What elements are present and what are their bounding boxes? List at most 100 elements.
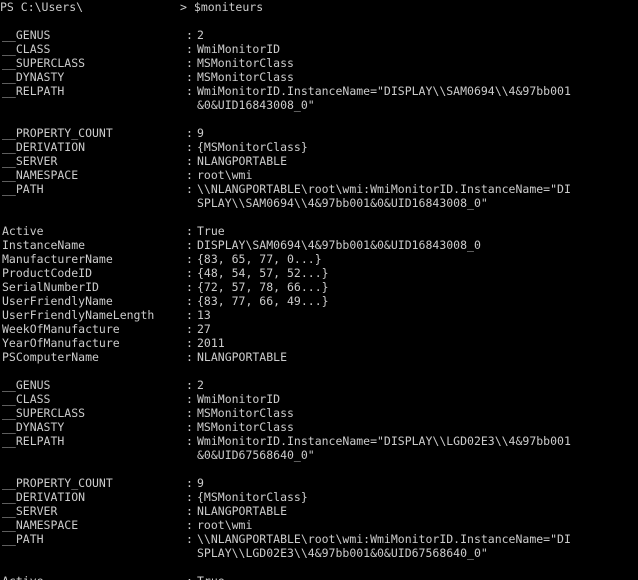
property-row: __SERVER: NLANGPORTABLE <box>0 504 638 518</box>
property-key: __PROPERTY_COUNT <box>2 126 113 140</box>
property-value: {83, 77, 66, 49...} <box>197 294 329 308</box>
property-key: __DYNASTY <box>2 70 65 84</box>
property-key: __DERIVATION <box>2 490 86 504</box>
property-key: __SUPERCLASS <box>2 406 86 420</box>
property-separator: : <box>186 294 193 308</box>
property-separator: : <box>186 182 193 196</box>
property-row: SerialNumberID: {72, 57, 78, 66...} <box>0 280 638 294</box>
prompt-separator: > <box>180 0 187 14</box>
property-row: __NAMESPACE: root\wmi <box>0 518 638 532</box>
prompt-path: PS C:\Users\ <box>0 0 84 14</box>
property-value: {48, 54, 57, 52...} <box>197 266 329 280</box>
property-row: __GENUS:2 <box>0 378 638 392</box>
monitor-object-1: __GENUS:2 __CLASS: WmiMonitorID __SUPERCLAS… <box>0 28 638 364</box>
property-key: __SERVER <box>2 154 58 168</box>
property-key: __GENUS <box>2 28 51 42</box>
property-value: {83, 65, 77, 0...} <box>197 252 322 266</box>
prompt-line: PS C:\Users\ > $moniteurs <box>0 0 638 14</box>
property-key: __DYNASTY <box>2 420 65 434</box>
property-separator: : <box>186 168 193 182</box>
property-key: Active <box>2 574 44 580</box>
property-separator: : <box>186 350 193 364</box>
system-properties-part1: __GENUS:2 __CLASS: WmiMonitorID __SUPERCLAS… <box>0 378 638 462</box>
property-key: YearOfManufacture <box>2 336 120 350</box>
property-separator: : <box>186 224 193 238</box>
property-value: MSMonitorClass <box>197 70 294 84</box>
property-value: 9 <box>197 476 204 490</box>
property-value: 13 <box>197 308 211 322</box>
property-separator: : <box>186 280 193 294</box>
property-separator: : <box>186 434 193 448</box>
property-value-continuation: &0&UID16843008_0" <box>0 98 638 112</box>
system-properties-part1: __GENUS:2 __CLASS: WmiMonitorID __SUPERCLAS… <box>0 28 638 112</box>
property-key: ProductCodeID <box>2 266 93 280</box>
property-value: MSMonitorClass <box>197 56 294 70</box>
property-separator: : <box>186 238 193 252</box>
powershell-console[interactable]: PS C:\Users\ > $moniteurs __GENUS:2 __CLA… <box>0 0 638 580</box>
property-value: 9 <box>197 126 204 140</box>
property-value: MSMonitorClass <box>197 406 294 420</box>
property-value: WmiMonitorID <box>197 42 281 56</box>
property-value: {MSMonitorClass} <box>197 140 308 154</box>
property-value: NLANGPORTABLE <box>197 504 288 518</box>
property-key: __SUPERCLASS <box>2 56 86 70</box>
property-key: __CLASS <box>2 42 51 56</box>
property-row: __SUPERCLASS: MSMonitorClass <box>0 406 638 420</box>
property-separator: : <box>186 490 193 504</box>
property-row: __DERIVATION: {MSMonitorClass} <box>0 490 638 504</box>
property-row: __DYNASTY: MSMonitorClass <box>0 70 638 84</box>
property-row: WeekOfManufacture:27 <box>0 322 638 336</box>
property-value-continuation: SPLAY\\SAM0694\\4&97bb001&0&UID16843008_… <box>0 196 638 210</box>
property-value: 27 <box>197 322 211 336</box>
property-separator: : <box>186 252 193 266</box>
property-value: 2 <box>197 378 204 392</box>
prompt-redacted-username <box>83 0 181 14</box>
property-separator: : <box>186 406 193 420</box>
property-value-continuation-text: &0&UID67568640_0" <box>197 448 315 462</box>
property-row: __PROPERTY_COUNT:9 <box>0 126 638 140</box>
console-output: __GENUS:2 __CLASS: WmiMonitorID __SUPERCLAS… <box>0 28 638 580</box>
property-separator: : <box>186 308 193 322</box>
property-key: __RELPATH <box>2 434 65 448</box>
property-value-continuation: SPLAY\\LGD02E3\\4&97bb001&0&UID67568640_… <box>0 546 638 560</box>
property-value: WmiMonitorID.InstanceName="DISPLAY\\SAM0… <box>197 84 571 98</box>
property-value: \\NLANGPORTABLE\root\wmi:WmiMonitorID.In… <box>197 532 571 546</box>
property-key: UserFriendlyNameLength <box>2 308 155 322</box>
property-row: __DERIVATION: {MSMonitorClass} <box>0 140 638 154</box>
property-separator: : <box>186 322 193 336</box>
property-key: __PATH <box>2 182 44 196</box>
property-key: __SERVER <box>2 504 58 518</box>
property-separator: : <box>186 28 193 42</box>
property-separator: : <box>186 378 193 392</box>
property-separator: : <box>186 336 193 350</box>
property-row: ManufacturerName: {83, 65, 77, 0...} <box>0 252 638 266</box>
property-key: Active <box>2 224 44 238</box>
property-separator: : <box>186 392 193 406</box>
property-row: __RELPATH: WmiMonitorID.InstanceName="DIS… <box>0 84 638 98</box>
property-key: __DERIVATION <box>2 140 86 154</box>
property-row: __GENUS:2 <box>0 28 638 42</box>
property-row: __NAMESPACE: root\wmi <box>0 168 638 182</box>
property-separator: : <box>186 154 193 168</box>
property-row: UserFriendlyName: {83, 77, 66, 49...} <box>0 294 638 308</box>
property-separator: : <box>186 266 193 280</box>
system-properties-part2: __PROPERTY_COUNT:9 __DERIVATION: {MSMonito… <box>0 126 638 210</box>
property-separator: : <box>186 70 193 84</box>
property-row: __PROPERTY_COUNT:9 <box>0 476 638 490</box>
property-key: WeekOfManufacture <box>2 322 120 336</box>
property-value: WmiMonitorID.InstanceName="DISPLAY\\LGD0… <box>197 434 571 448</box>
property-row: InstanceName: DISPLAY\SAM0694\4&97bb001&0… <box>0 238 638 252</box>
property-value: \\NLANGPORTABLE\root\wmi:WmiMonitorID.In… <box>197 182 571 196</box>
property-value: NLANGPORTABLE <box>197 350 288 364</box>
property-separator: : <box>186 42 193 56</box>
property-value: 2 <box>197 28 204 42</box>
property-separator: : <box>186 532 193 546</box>
property-row: YearOfManufacture:2011 <box>0 336 638 350</box>
property-row: Active: True <box>0 574 638 580</box>
